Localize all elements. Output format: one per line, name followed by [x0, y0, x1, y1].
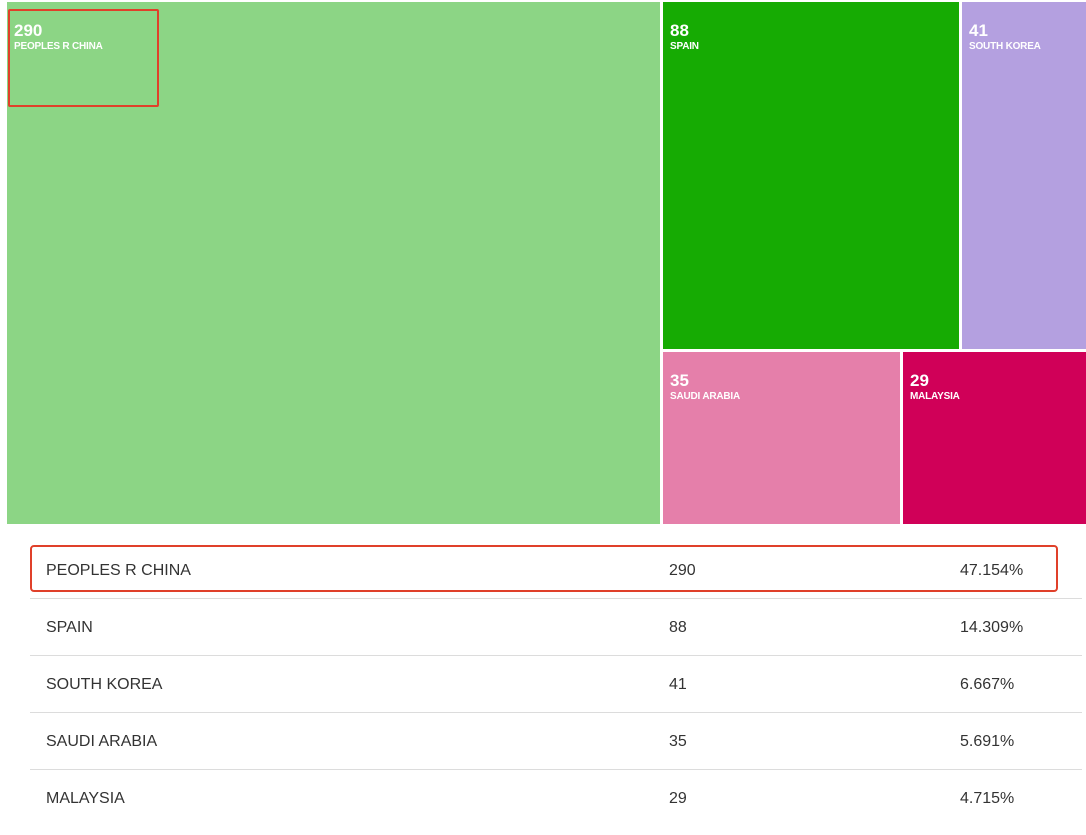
count-cell: 41 — [669, 676, 687, 693]
table-row[interactable]: PEOPLES R CHINA 290 47.154% — [30, 542, 1082, 599]
country-cell: SPAIN — [46, 619, 93, 636]
tile-spain[interactable]: 88 SPAIN — [663, 2, 959, 349]
tile-label: MALAYSIA — [910, 391, 960, 402]
tile-label: PEOPLES R CHINA — [14, 41, 103, 52]
tile-south-korea[interactable]: 41 SOUTH KOREA — [962, 2, 1086, 349]
count-cell: 35 — [669, 733, 687, 750]
count-cell: 290 — [669, 562, 696, 579]
country-cell: MALAYSIA — [46, 790, 125, 807]
country-cell: PEOPLES R CHINA — [46, 562, 191, 579]
percent-cell: 5.691% — [960, 733, 1015, 750]
tile-value: 41 — [969, 21, 988, 40]
tile-value: 35 — [670, 371, 689, 390]
tile-value: 88 — [670, 21, 689, 40]
percent-cell: 14.309% — [960, 619, 1024, 636]
count-cell: 88 — [669, 619, 687, 636]
country-cell: SAUDI ARABIA — [46, 733, 158, 750]
percent-cell: 6.667% — [960, 676, 1015, 693]
country-cell: SOUTH KOREA — [46, 676, 163, 693]
tile-malaysia[interactable]: 29 MALAYSIA — [903, 352, 1086, 524]
table-row[interactable]: SOUTH KOREA 41 6.667% — [30, 656, 1082, 713]
treemap-chart: 290 PEOPLES R CHINA 88 SPAIN 41 SOUTH KO… — [0, 0, 1086, 524]
table-row[interactable]: SPAIN 88 14.309% — [30, 599, 1082, 656]
country-table: PEOPLES R CHINA 290 47.154% SPAIN 88 14.… — [30, 542, 1082, 827]
tile-value: 290 — [14, 21, 43, 40]
tile-peoples-r-china[interactable]: 290 PEOPLES R CHINA — [7, 2, 660, 524]
percent-cell: 4.715% — [960, 790, 1015, 807]
count-cell: 29 — [669, 790, 687, 807]
tile-label: SAUDI ARABIA — [670, 391, 741, 402]
tile-label: SPAIN — [670, 41, 699, 52]
table-row[interactable]: MALAYSIA 29 4.715% — [30, 770, 1082, 827]
tile-saudi-arabia[interactable]: 35 SAUDI ARABIA — [663, 352, 900, 524]
tile-value: 29 — [910, 371, 929, 390]
percent-cell: 47.154% — [960, 562, 1024, 579]
tile-label: SOUTH KOREA — [969, 41, 1041, 52]
table-row[interactable]: SAUDI ARABIA 35 5.691% — [30, 713, 1082, 770]
